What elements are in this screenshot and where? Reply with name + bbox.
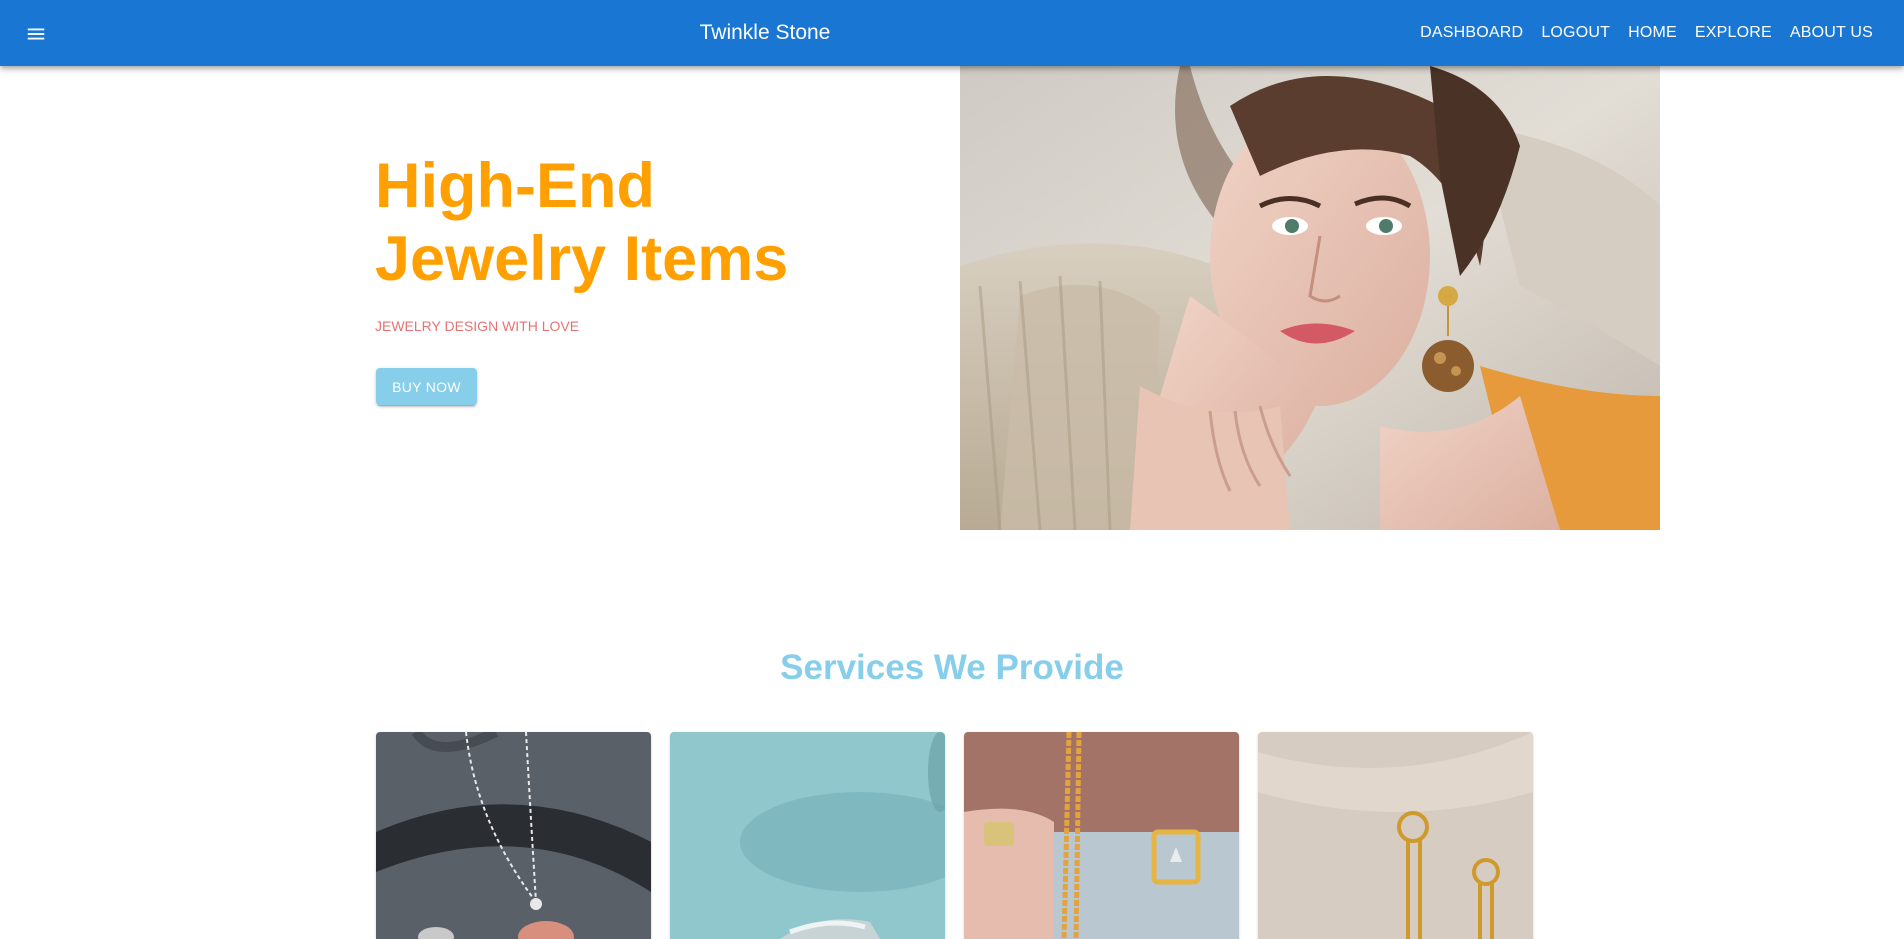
hero-title-line2: Jewelry Items: [375, 224, 789, 294]
nav-explore[interactable]: EXPLORE: [1686, 24, 1781, 42]
hero-title-line1: High-End: [375, 151, 655, 221]
buy-now-button[interactable]: BUY NOW: [376, 368, 477, 405]
services-title: Services We Provide: [780, 648, 1124, 687]
hero-title: High-End Jewelry Items: [375, 150, 788, 296]
hero-model-image: [960, 66, 1660, 530]
top-nav: DASHBOARD LOGOUT HOME EXPLORE ABOUT US: [1411, 24, 1882, 42]
service-card-necklace[interactable]: [376, 732, 651, 939]
nav-logout[interactable]: LOGOUT: [1532, 24, 1619, 42]
hero-subtitle: JEWELRY DESIGN WITH LOVE: [375, 318, 580, 334]
nav-home[interactable]: HOME: [1619, 24, 1686, 42]
service-card-pendant[interactable]: [964, 732, 1239, 939]
brand-title[interactable]: Twinkle Stone: [0, 21, 1530, 45]
service-card-ring[interactable]: [670, 732, 945, 939]
nav-dashboard[interactable]: DASHBOARD: [1411, 24, 1532, 42]
app-bar: Twinkle Stone DASHBOARD LOGOUT HOME EXPL…: [0, 0, 1904, 66]
service-card-earrings[interactable]: [1258, 732, 1533, 939]
nav-about-us[interactable]: ABOUT US: [1781, 24, 1882, 42]
